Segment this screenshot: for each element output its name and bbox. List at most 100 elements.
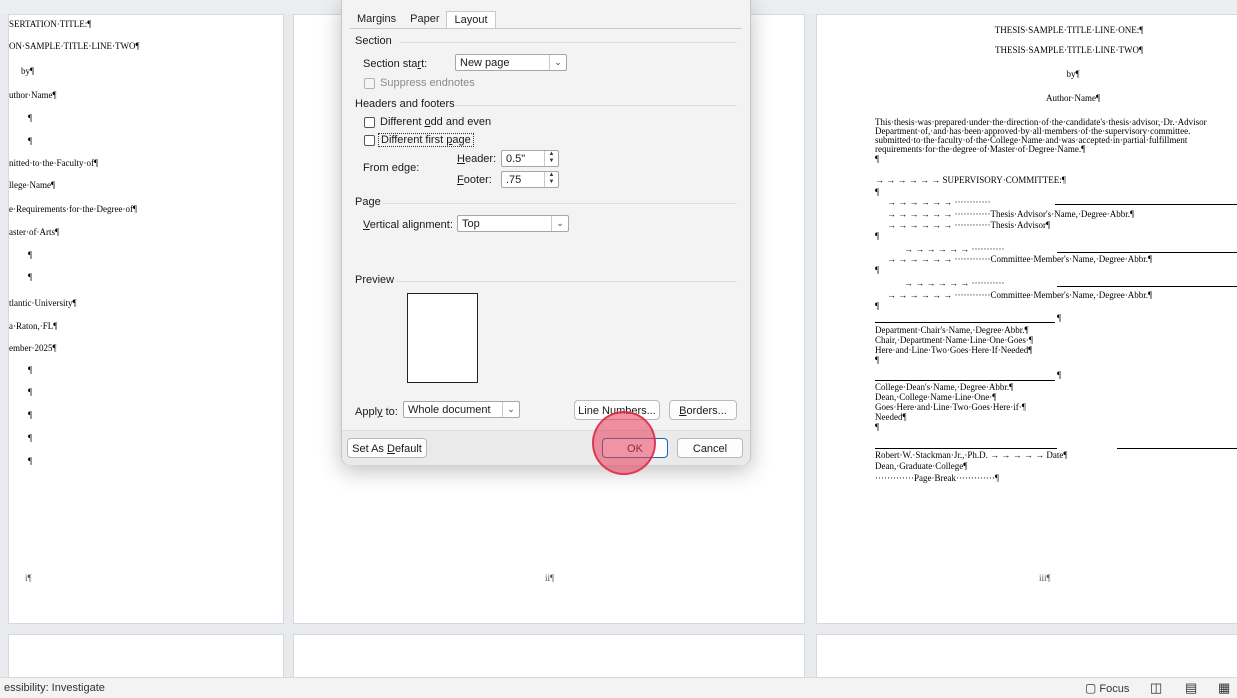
left-page-line: ¶ [28,387,33,397]
left-page-line: nitted·to·the·Faculty·of¶ [9,158,99,168]
different-odd-even-checkbox[interactable] [364,117,375,128]
supervisory-committee-heading: → → → → → → SUPERVISORY·COMMITTEE:¶ [875,175,1066,185]
left-page-line: by¶ [21,66,35,76]
document-page-1[interactable]: SERTATION·TITLE:¶ ON·SAMPLE·TITLE·LINE·TW… [8,14,284,624]
different-first-page-checkbox[interactable] [364,135,375,146]
page-preview [407,293,478,383]
click-indicator [592,411,656,475]
apply-to-label: Apply to: [355,406,398,418]
pilcrow: ¶ [875,355,880,365]
pilcrow: ¶ [875,301,880,311]
left-page-line: tlantic·University¶ [9,298,77,308]
page-number: iii¶ [1039,573,1051,583]
section-group-title: Section [355,35,392,47]
left-page-line: ¶ [28,456,33,466]
pilcrow: ¶ [875,265,880,275]
document-page-3[interactable]: THESIS·SAMPLE·TITLE·LINE·ONE:¶ THESIS·SA… [816,14,1237,624]
approval-paragraph-line: requirements·for·the·degree·of·Master·of… [875,144,1086,154]
graduate-dean-name: Robert·W.·Stackman·Jr.,·Ph.D. → → → → → … [875,450,1068,460]
header-distance-input[interactable]: 0.5" ▲ ▼ [501,150,559,167]
department-chair-role: Here·and·Line·Two·Goes·Here·If·Needed¶ [875,345,1033,355]
left-page-line: ¶ [28,136,33,146]
tab-layout[interactable]: Layout [446,11,496,29]
page-break-marker: ·············Page·Break·············¶ [875,473,999,483]
page-group-title: Page [355,196,381,208]
spin-up-down-icon[interactable]: ▲ ▼ [544,151,558,166]
college-dean-name: College·Dean's·Name,·Degree·Abbr.¶ [875,382,1014,392]
chevron-down-icon: ⌄ [549,55,566,70]
tab-margins[interactable]: Margins [350,11,403,28]
headers-footers-group-title: Headers and footers [355,98,455,110]
set-as-default-button[interactable]: Set As Default [347,438,427,458]
left-page-line: ¶ [28,113,33,123]
author-name: Author·Name¶ [1045,93,1101,103]
preview-group-title: Preview [355,274,395,286]
section-start-label: Section start: [363,58,428,70]
pilcrow: ¶ [875,187,880,197]
page-setup-dialog: Margins Paper Layout Section Section sta… [341,0,751,465]
from-edge-label: From edge: [363,162,420,174]
pilcrow: ¶ [875,422,880,432]
thesis-title-line-one: THESIS·SAMPLE·TITLE·LINE·ONE:¶ [994,25,1144,35]
thesis-advisor-name: → → → → → → ············Thesis·Advisor's… [887,209,1135,219]
signature-dots: → → → → → → ··········· [904,278,1005,288]
section-start-select[interactable]: New page ⌄ [455,54,567,71]
borders-button[interactable]: Borders... [669,400,737,420]
print-layout-icon[interactable]: ▤ [1185,680,1197,696]
different-first-page-label: Different first page [378,133,474,147]
thesis-advisor-role: → → → → → → ············Thesis·Advisor¶ [887,220,1051,230]
left-page-line: ¶ [28,272,33,282]
cancel-button[interactable]: Cancel [677,438,743,458]
left-page-line: ¶ [28,250,33,260]
left-page-line: uthor·Name¶ [9,90,57,100]
accessibility-status[interactable]: essibility: Investigate [4,682,105,694]
suppress-endnotes-label: Suppress endnotes [380,77,475,89]
left-page-line: e·Requirements·for·the·Degree·of¶ [9,204,138,214]
left-page-line: a·Raton,·FL¶ [9,321,58,331]
footer-distance-input[interactable]: .75 ▲ ▼ [501,171,559,188]
pilcrow: ¶ [875,154,880,164]
committee-member-name: → → → → → → ············Committee·Member… [887,290,1153,300]
college-dean-role: Needed¶ [875,412,907,422]
committee-member-name: → → → → → → ············Committee·Member… [887,254,1153,264]
read-mode-icon[interactable]: ◫ [1150,680,1162,696]
spin-up-down-icon[interactable]: ▲ ▼ [544,172,558,187]
focus-icon: ▢ [1085,681,1097,695]
graduate-dean-role: Dean,·Graduate·College¶ [875,461,968,471]
left-page-line: llege·Name¶ [9,180,56,190]
page-number: i¶ [25,573,32,583]
vertical-alignment-label: Vertical alignment: [363,219,453,231]
college-dean-role: Dean,·College·Name·Line·One·¶ [875,392,997,402]
status-bar: essibility: Investigate ▢ Focus ◫ ▤ ▦ [0,677,1237,698]
apply-to-select[interactable]: Whole document ⌄ [403,401,520,418]
by-line: by¶ [1066,69,1080,79]
left-page-line: ember·2025¶ [9,343,57,353]
thesis-title-line-two: THESIS·SAMPLE·TITLE·LINE·TWO¶ [994,45,1144,55]
left-page-line: aster·of·Arts¶ [9,227,60,237]
web-layout-icon[interactable]: ▦ [1218,680,1230,696]
layout-panel: Section Section start: New page ⌄ Suppre… [351,29,741,430]
left-page-line: ON·SAMPLE·TITLE·LINE·TWO¶ [9,41,140,51]
footer-label: Footer: [457,174,492,186]
college-dean-role: Goes·Here·and·Line·Two·Goes·Here·if·¶ [875,402,1026,412]
department-chair-role: Chair,·Department·Name·Line·One·Goes·¶ [875,335,1033,345]
chevron-down-icon: ⌄ [502,402,519,417]
department-chair-name: Department·Chair's·Name,·Degree·Abbr.¶ [875,325,1029,335]
vertical-alignment-select[interactable]: Top ⌄ [457,215,569,232]
left-page-line: ¶ [28,433,33,443]
dialog-tabs: Margins Paper Layout [350,11,496,29]
page-number: ii¶ [545,573,555,583]
dialog-button-bar: Set As Default OK Cancel [342,430,750,465]
different-odd-even-label: Different odd and even [380,116,492,128]
focus-mode-button[interactable]: ▢ Focus [1085,681,1129,695]
left-page-line: ¶ [28,365,33,375]
left-page-line: SERTATION·TITLE:¶ [9,19,92,29]
suppress-endnotes-checkbox[interactable] [364,78,375,89]
header-label: Header: [457,153,497,165]
pilcrow: ¶ [1057,370,1062,380]
signature-dots: → → → → → → ············ [887,197,991,207]
pilcrow: ¶ [1057,313,1062,323]
chevron-down-icon: ⌄ [551,216,568,231]
tab-paper[interactable]: Paper [403,11,446,28]
left-page-line: ¶ [28,410,33,420]
